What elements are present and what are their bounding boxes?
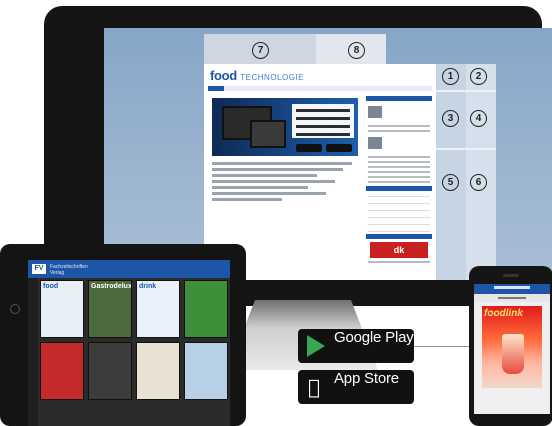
ad-column-left[interactable] [436,64,466,280]
tablet-screen: FV Fachzeitschriften Verlag food Gastrode… [28,260,230,426]
google-play-label: Google Play [334,329,414,346]
magazine-cover[interactable] [40,342,84,400]
hero-banner[interactable] [212,98,358,156]
tablet-home-button[interactable] [10,304,20,314]
marker-3: 3 [442,110,459,127]
hero-text-block [292,104,354,138]
sidebar-thumbnail[interactable] [368,106,382,118]
magazine-cover[interactable] [184,280,228,338]
magazine-cover[interactable]: Gastrodeluxe [88,280,132,338]
nav-active-item[interactable] [208,86,224,91]
magazine-cover[interactable] [184,342,228,400]
article-text [212,162,358,204]
google-play-button[interactable]: Google Play [298,329,414,363]
magazine-title: Gastrodeluxe [91,283,132,290]
hero-google-play-badge[interactable] [326,144,352,152]
marker-8: 8 [348,42,365,59]
tablet-device: FV Fachzeitschriften Verlag food Gastrode… [0,244,246,426]
sidebar-thumbnail[interactable] [368,137,382,149]
tablet-side-strip [28,278,38,426]
ad-column-right[interactable] [466,64,496,280]
google-play-icon [307,335,325,357]
tablet-device-image [250,120,286,148]
magazine-cover[interactable] [88,342,132,400]
phone-subheader [474,294,550,302]
sidebar-header [366,234,432,239]
smartphone-device: foodlink [469,266,552,426]
marker-4: 4 [470,110,487,127]
connector-line [414,346,472,347]
marker-2: 2 [470,68,487,85]
right-ad-column [436,64,496,280]
monitor-screen: food TECHNOLOGIE dk 7 8 1 2 3 4 5 6 [104,28,552,280]
cover-drink-image [502,334,524,374]
magazine-cover[interactable]: food [40,280,84,338]
marker-5: 5 [442,174,459,191]
site-logo[interactable]: food TECHNOLOGIE [210,68,304,83]
app-store-button[interactable]:  App Store [298,370,414,404]
publisher-logo: FV [32,264,46,274]
calendar-header [366,186,432,191]
phone-screen: foodlink [474,284,550,414]
app-store-label: App Store [334,370,399,387]
magazine-title: food [43,283,59,290]
event-calendar[interactable] [368,194,430,232]
phone-app-header [474,284,550,294]
apple-icon:  [308,375,320,399]
cover-title: foodlink [484,308,523,319]
app-title: Fachzeitschriften Verlag [50,264,88,276]
magazine-cover[interactable]: foodlink [482,306,542,388]
marker-7: 7 [252,42,269,59]
hero-app-store-badge[interactable] [296,144,322,152]
magazine-title: drink [139,283,157,290]
promo-ad[interactable]: dk [370,242,428,258]
sidebar-header [366,96,432,101]
magazine-cover[interactable] [136,342,180,400]
site-sidebar: dk [366,96,432,280]
tablet-app-header: FV Fachzeitschriften Verlag [28,260,230,278]
marker-1: 1 [442,68,459,85]
phone-speaker [503,274,519,277]
ad-divider [436,148,496,150]
magazine-cover[interactable]: drink [136,280,180,338]
site-navigation-bar[interactable] [208,86,432,91]
ad-divider [436,90,496,92]
marker-6: 6 [470,174,487,191]
